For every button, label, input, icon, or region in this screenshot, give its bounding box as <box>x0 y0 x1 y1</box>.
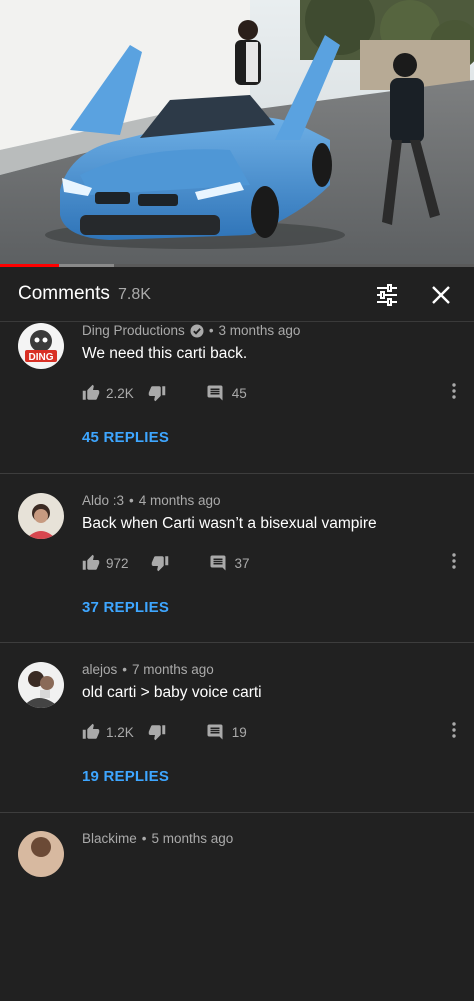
comment-actions: 2.2K 45 <box>82 381 247 405</box>
comment-bubble-icon <box>207 385 223 401</box>
reply-count: 45 <box>231 385 247 401</box>
comment-time: 5 months ago <box>151 831 234 846</box>
meta-separator: • <box>208 323 214 338</box>
comment-divider <box>0 812 474 813</box>
comment-bubble-icon <box>210 555 226 571</box>
comments-title: Comments <box>18 283 110 304</box>
like-count: 1.2K <box>106 724 134 740</box>
comment-divider <box>0 473 474 474</box>
thumbs-down-icon <box>151 556 168 572</box>
comment-item: alejos • 7 months ago old carti > baby v… <box>0 662 474 832</box>
comment-item: Aldo :3 • 4 months ago Back when Carti w… <box>0 493 474 663</box>
aldo-avatar-icon <box>18 493 64 539</box>
comment-text: old carti > baby voice carti <box>82 684 262 701</box>
dislike-button[interactable] <box>148 384 166 402</box>
ding-productions-avatar-icon: DING <box>18 323 64 369</box>
reply-count: 37 <box>234 555 250 571</box>
like-count: 2.2K <box>106 385 134 401</box>
video-frame-image <box>0 0 474 264</box>
alejos-avatar-icon <box>18 662 64 708</box>
verified-badge-icon <box>190 324 204 338</box>
more-options-button[interactable] <box>446 379 462 403</box>
dislike-button[interactable] <box>151 554 169 572</box>
comment-meta: Blackime • 5 months ago <box>82 831 233 846</box>
comment-time: 4 months ago <box>138 493 221 508</box>
sort-sliders-icon <box>377 284 397 306</box>
more-vert-icon <box>452 383 456 399</box>
reply-button[interactable]: 37 <box>209 554 250 572</box>
avatar[interactable] <box>18 662 64 708</box>
reply-button[interactable]: 19 <box>206 723 247 741</box>
like-button[interactable]: 1.2K <box>82 723 134 741</box>
meta-separator: • <box>141 831 147 846</box>
view-replies-link[interactable]: 19 REPLIES <box>82 768 169 785</box>
comment-author[interactable]: Blackime <box>82 831 137 846</box>
avatar[interactable] <box>18 831 64 877</box>
comment-time: 7 months ago <box>132 662 214 677</box>
avatar[interactable]: DING <box>18 323 64 369</box>
thumbs-down-icon <box>148 725 166 741</box>
header-divider <box>0 321 474 322</box>
video-player[interactable] <box>0 0 474 264</box>
comment-author[interactable]: Ding Productions <box>82 323 185 338</box>
like-button[interactable]: 2.2K <box>82 384 134 402</box>
comment-meta: alejos • 7 months ago <box>82 662 214 677</box>
sort-comments-button[interactable] <box>371 279 403 311</box>
comment-time: 3 months ago <box>218 323 301 338</box>
thumbs-up-icon <box>82 384 100 400</box>
thumbs-up-icon <box>82 554 100 570</box>
comment-author[interactable]: alejos <box>82 662 117 677</box>
like-button[interactable]: 972 <box>82 554 129 572</box>
blackime-avatar-icon <box>18 831 64 877</box>
svg-text:DING: DING <box>29 352 54 363</box>
view-replies-link[interactable]: 37 REPLIES <box>82 599 169 616</box>
reply-count: 19 <box>231 724 247 740</box>
thumbs-down-icon <box>148 386 166 402</box>
close-icon <box>432 286 450 304</box>
close-comments-button[interactable] <box>425 279 457 311</box>
comments-header: Comments 7.8K <box>0 267 474 322</box>
more-options-button[interactable] <box>446 549 462 573</box>
avatar[interactable] <box>18 493 64 539</box>
comment-actions: 972 37 <box>82 551 250 575</box>
comment-meta: Ding Productions • 3 months ago <box>82 323 300 338</box>
comment-text: We need this carti back. <box>82 345 248 362</box>
dislike-button[interactable] <box>148 723 166 741</box>
meta-separator: • <box>122 662 128 677</box>
comment-divider <box>0 642 474 643</box>
more-vert-icon <box>452 722 456 738</box>
comment-item: Blackime • 5 months ago <box>0 831 474 1001</box>
reply-button[interactable]: 45 <box>206 384 247 402</box>
thumbs-up-icon <box>82 723 100 739</box>
comment-text: Back when Carti wasn’t a bisexual vampir… <box>82 515 377 532</box>
comment-actions: 1.2K 19 <box>82 720 247 744</box>
more-options-button[interactable] <box>446 718 462 742</box>
view-replies-link[interactable]: 45 REPLIES <box>82 429 169 446</box>
comment-meta: Aldo :3 • 4 months ago <box>82 493 221 508</box>
like-count: 972 <box>106 555 129 571</box>
comment-bubble-icon <box>207 724 223 740</box>
meta-separator: • <box>129 493 134 508</box>
more-vert-icon <box>452 553 456 569</box>
comment-item: DING Ding Productions • 3 months ago We … <box>0 323 474 493</box>
comments-count: 7.8K <box>118 286 151 303</box>
comment-author[interactable]: Aldo :3 <box>82 493 124 508</box>
